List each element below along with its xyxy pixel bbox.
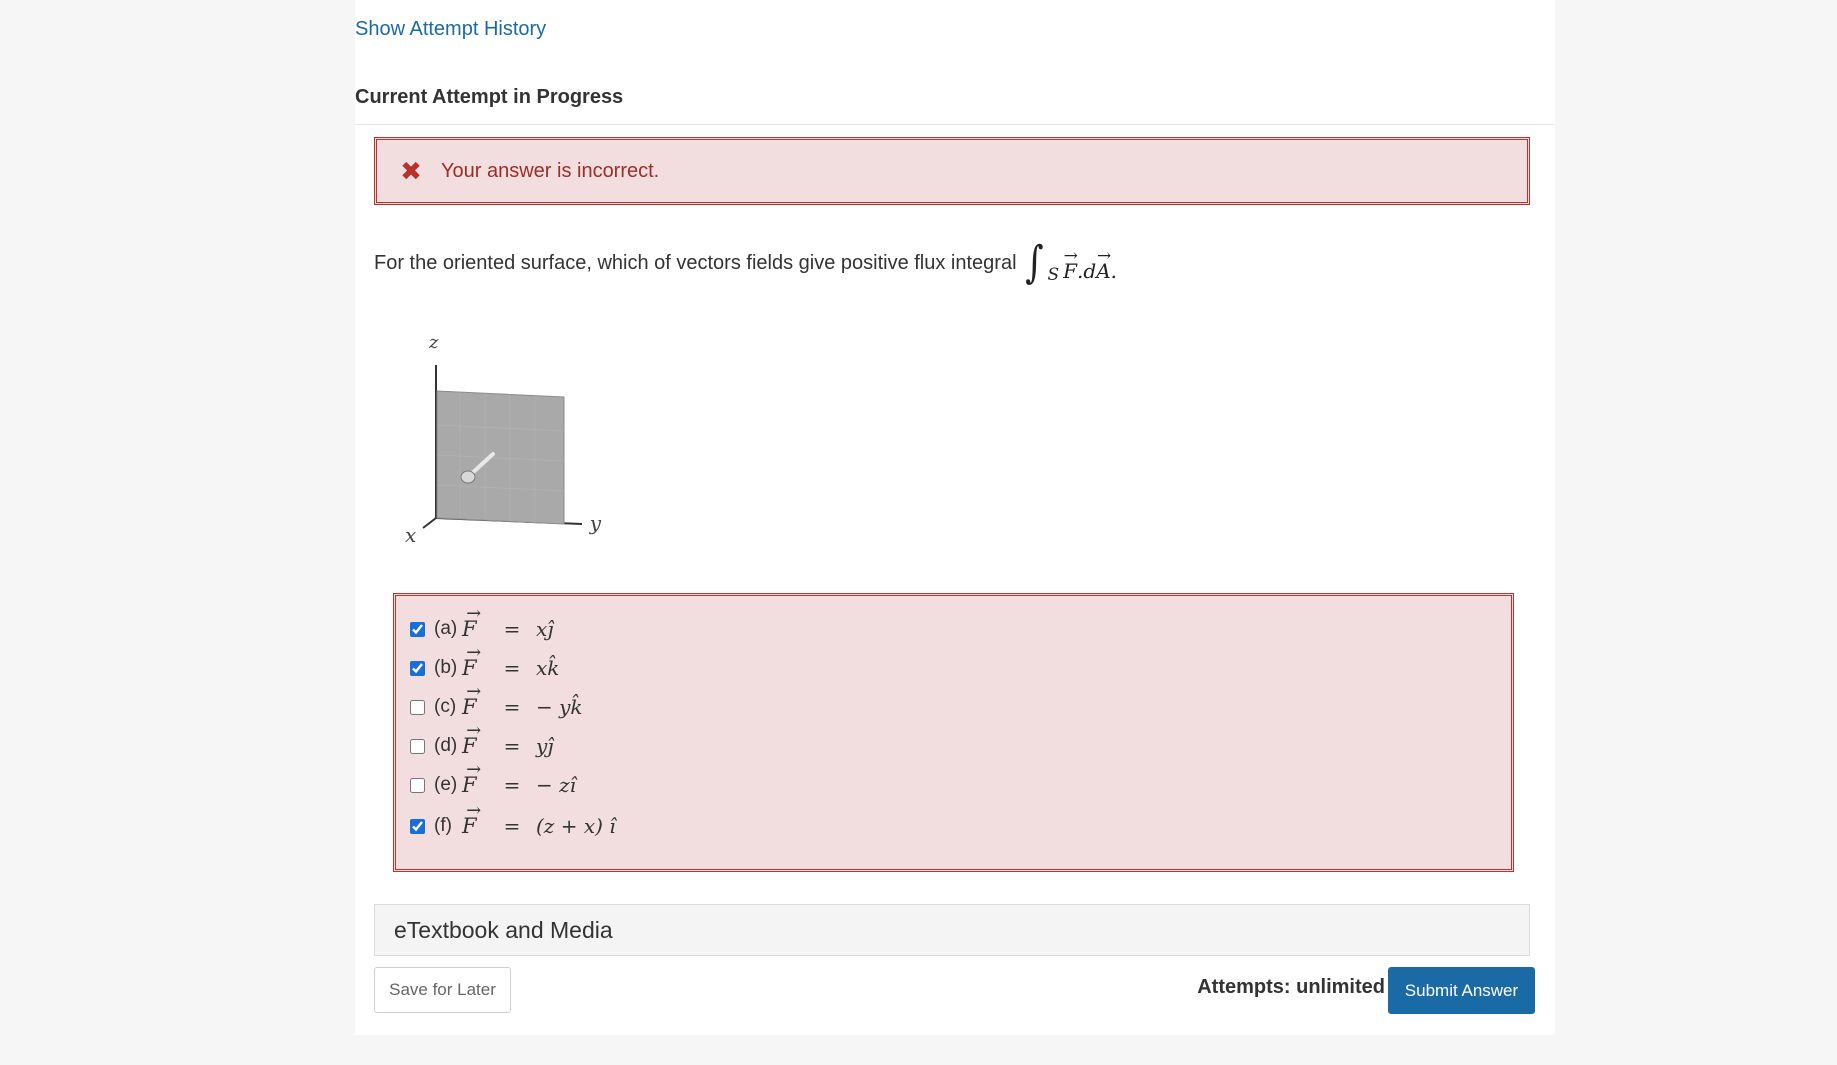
option-c[interactable]: (c) F = − yk̂ <box>410 689 583 725</box>
normal-vector-base <box>460 470 476 484</box>
divider <box>355 124 1555 125</box>
equals-sign: = <box>503 773 521 797</box>
option-b[interactable]: (b) F = xk̂ <box>410 650 559 686</box>
option-d[interactable]: (d) F = yĵ <box>410 728 554 764</box>
show-attempt-history-link[interactable]: Show Attempt History <box>355 18 546 41</box>
option-f-checkbox[interactable] <box>410 818 425 834</box>
equals-sign: = <box>503 814 521 838</box>
z-axis-label: z <box>428 332 439 353</box>
alert-message: Your answer is incorrect. <box>441 159 660 182</box>
x-axis-label: x <box>405 523 416 545</box>
y-axis-label: y <box>589 511 602 535</box>
vector-F: F <box>462 656 484 680</box>
incorrect-alert: ✖ Your answer is incorrect. <box>374 137 1530 205</box>
option-expression: xĵ <box>536 617 554 641</box>
option-letter: (a) <box>434 618 458 639</box>
vector-F: F <box>462 773 484 797</box>
vector-F: F <box>462 617 484 641</box>
equals-sign: = <box>503 617 521 641</box>
equals-sign: = <box>503 656 521 680</box>
integral-expression: F.dA. <box>1063 259 1117 283</box>
option-expression: xk̂ <box>536 656 560 680</box>
integral-symbol: ∫ <box>1024 237 1044 288</box>
option-letter: (e) <box>434 774 458 795</box>
option-letter: (d) <box>434 735 458 756</box>
surface-plane <box>436 390 565 525</box>
etextbook-media-section[interactable]: eTextbook and Media <box>374 904 1530 956</box>
attempts-label: Attempts: unlimited <box>1197 976 1385 998</box>
vector-F: F <box>462 814 484 838</box>
vector-F: F <box>462 734 484 758</box>
integral-subscript: S <box>1047 265 1060 285</box>
answer-options: (a) F = xĵ (b) F = xk̂ (c) F = − yk̂ (d)… <box>393 593 1514 872</box>
integral-end: . <box>1110 259 1117 283</box>
option-letter: (b) <box>434 657 458 678</box>
vector-F: F <box>462 695 484 719</box>
vector-A: A <box>1096 259 1110 283</box>
option-b-checkbox[interactable] <box>410 660 425 676</box>
x-axis <box>422 517 437 529</box>
question-text: For the oriented surface, which of vecto… <box>374 238 1117 288</box>
option-expression: − yk̂ <box>536 695 583 719</box>
option-c-checkbox[interactable] <box>410 699 425 715</box>
attempt-title: Current Attempt in Progress <box>355 86 624 108</box>
option-e[interactable]: (e) F = − zî <box>410 767 576 803</box>
question-panel: Show Attempt History Current Attempt in … <box>355 0 1555 1035</box>
x-mark-icon: ✖ <box>400 155 422 186</box>
option-letter: (c) <box>434 696 457 717</box>
surface-figure: z y x <box>405 332 602 545</box>
flux-integral: ∫ S F.dA. <box>1023 237 1117 288</box>
option-a-checkbox[interactable] <box>410 621 425 637</box>
integral-dot-d: .d <box>1077 259 1097 283</box>
question-prompt: For the oriented surface, which of vecto… <box>374 251 1017 274</box>
option-a[interactable]: (a) F = xĵ <box>410 611 553 647</box>
save-for-later-button[interactable]: Save for Later <box>374 967 511 1013</box>
submit-answer-button[interactable]: Submit Answer <box>1388 967 1535 1014</box>
vector-F: F <box>1063 259 1077 283</box>
option-f[interactable]: (f) F = (z + x) î <box>410 808 616 844</box>
option-expression: − zî <box>536 773 577 797</box>
option-expression: (z + x) î <box>536 814 616 838</box>
option-d-checkbox[interactable] <box>410 738 425 754</box>
option-e-checkbox[interactable] <box>410 777 425 793</box>
equals-sign: = <box>503 695 521 719</box>
option-letter: (f) <box>434 815 452 836</box>
option-expression: yĵ <box>536 734 554 758</box>
equals-sign: = <box>503 734 521 758</box>
